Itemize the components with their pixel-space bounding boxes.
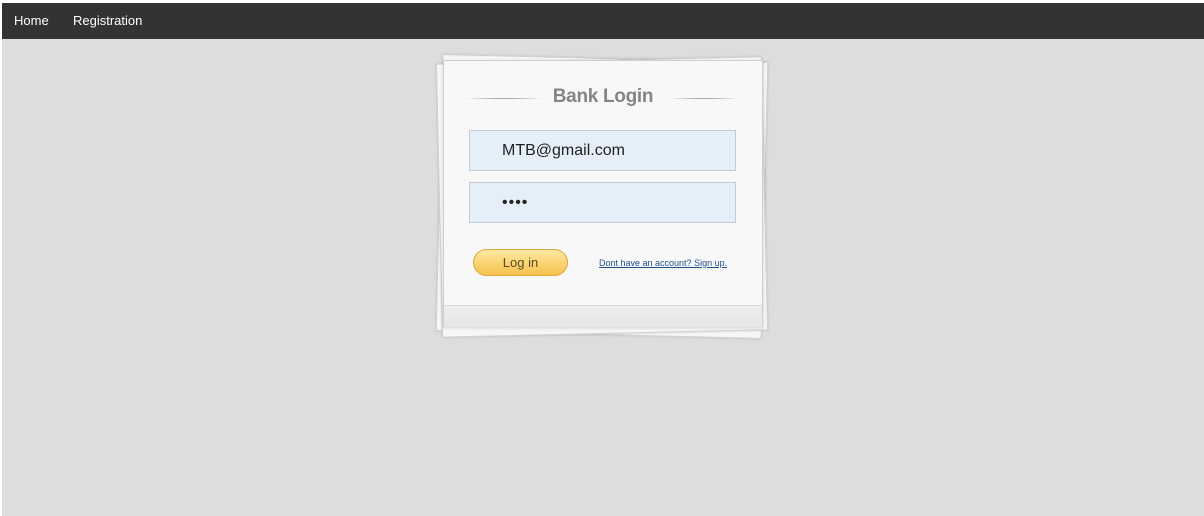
- nav-home-link[interactable]: Home: [14, 14, 49, 28]
- login-title: Bank Login: [552, 86, 654, 107]
- title-divider-right: [668, 98, 740, 99]
- login-card-header: Bank Login: [444, 85, 762, 111]
- email-field[interactable]: [469, 130, 736, 171]
- password-field[interactable]: [469, 182, 736, 223]
- login-card: Bank Login Log in Dont have an account? …: [443, 60, 763, 327]
- nav-registration-link[interactable]: Registration: [73, 14, 142, 28]
- login-button[interactable]: Log in: [473, 249, 568, 276]
- login-card-footer: [444, 305, 762, 327]
- page-background: Home Registration Bank Login Log in Dont…: [2, 3, 1204, 516]
- signup-link[interactable]: Dont have an account? Sign up.: [599, 258, 727, 268]
- top-navbar: Home Registration: [2, 3, 1204, 39]
